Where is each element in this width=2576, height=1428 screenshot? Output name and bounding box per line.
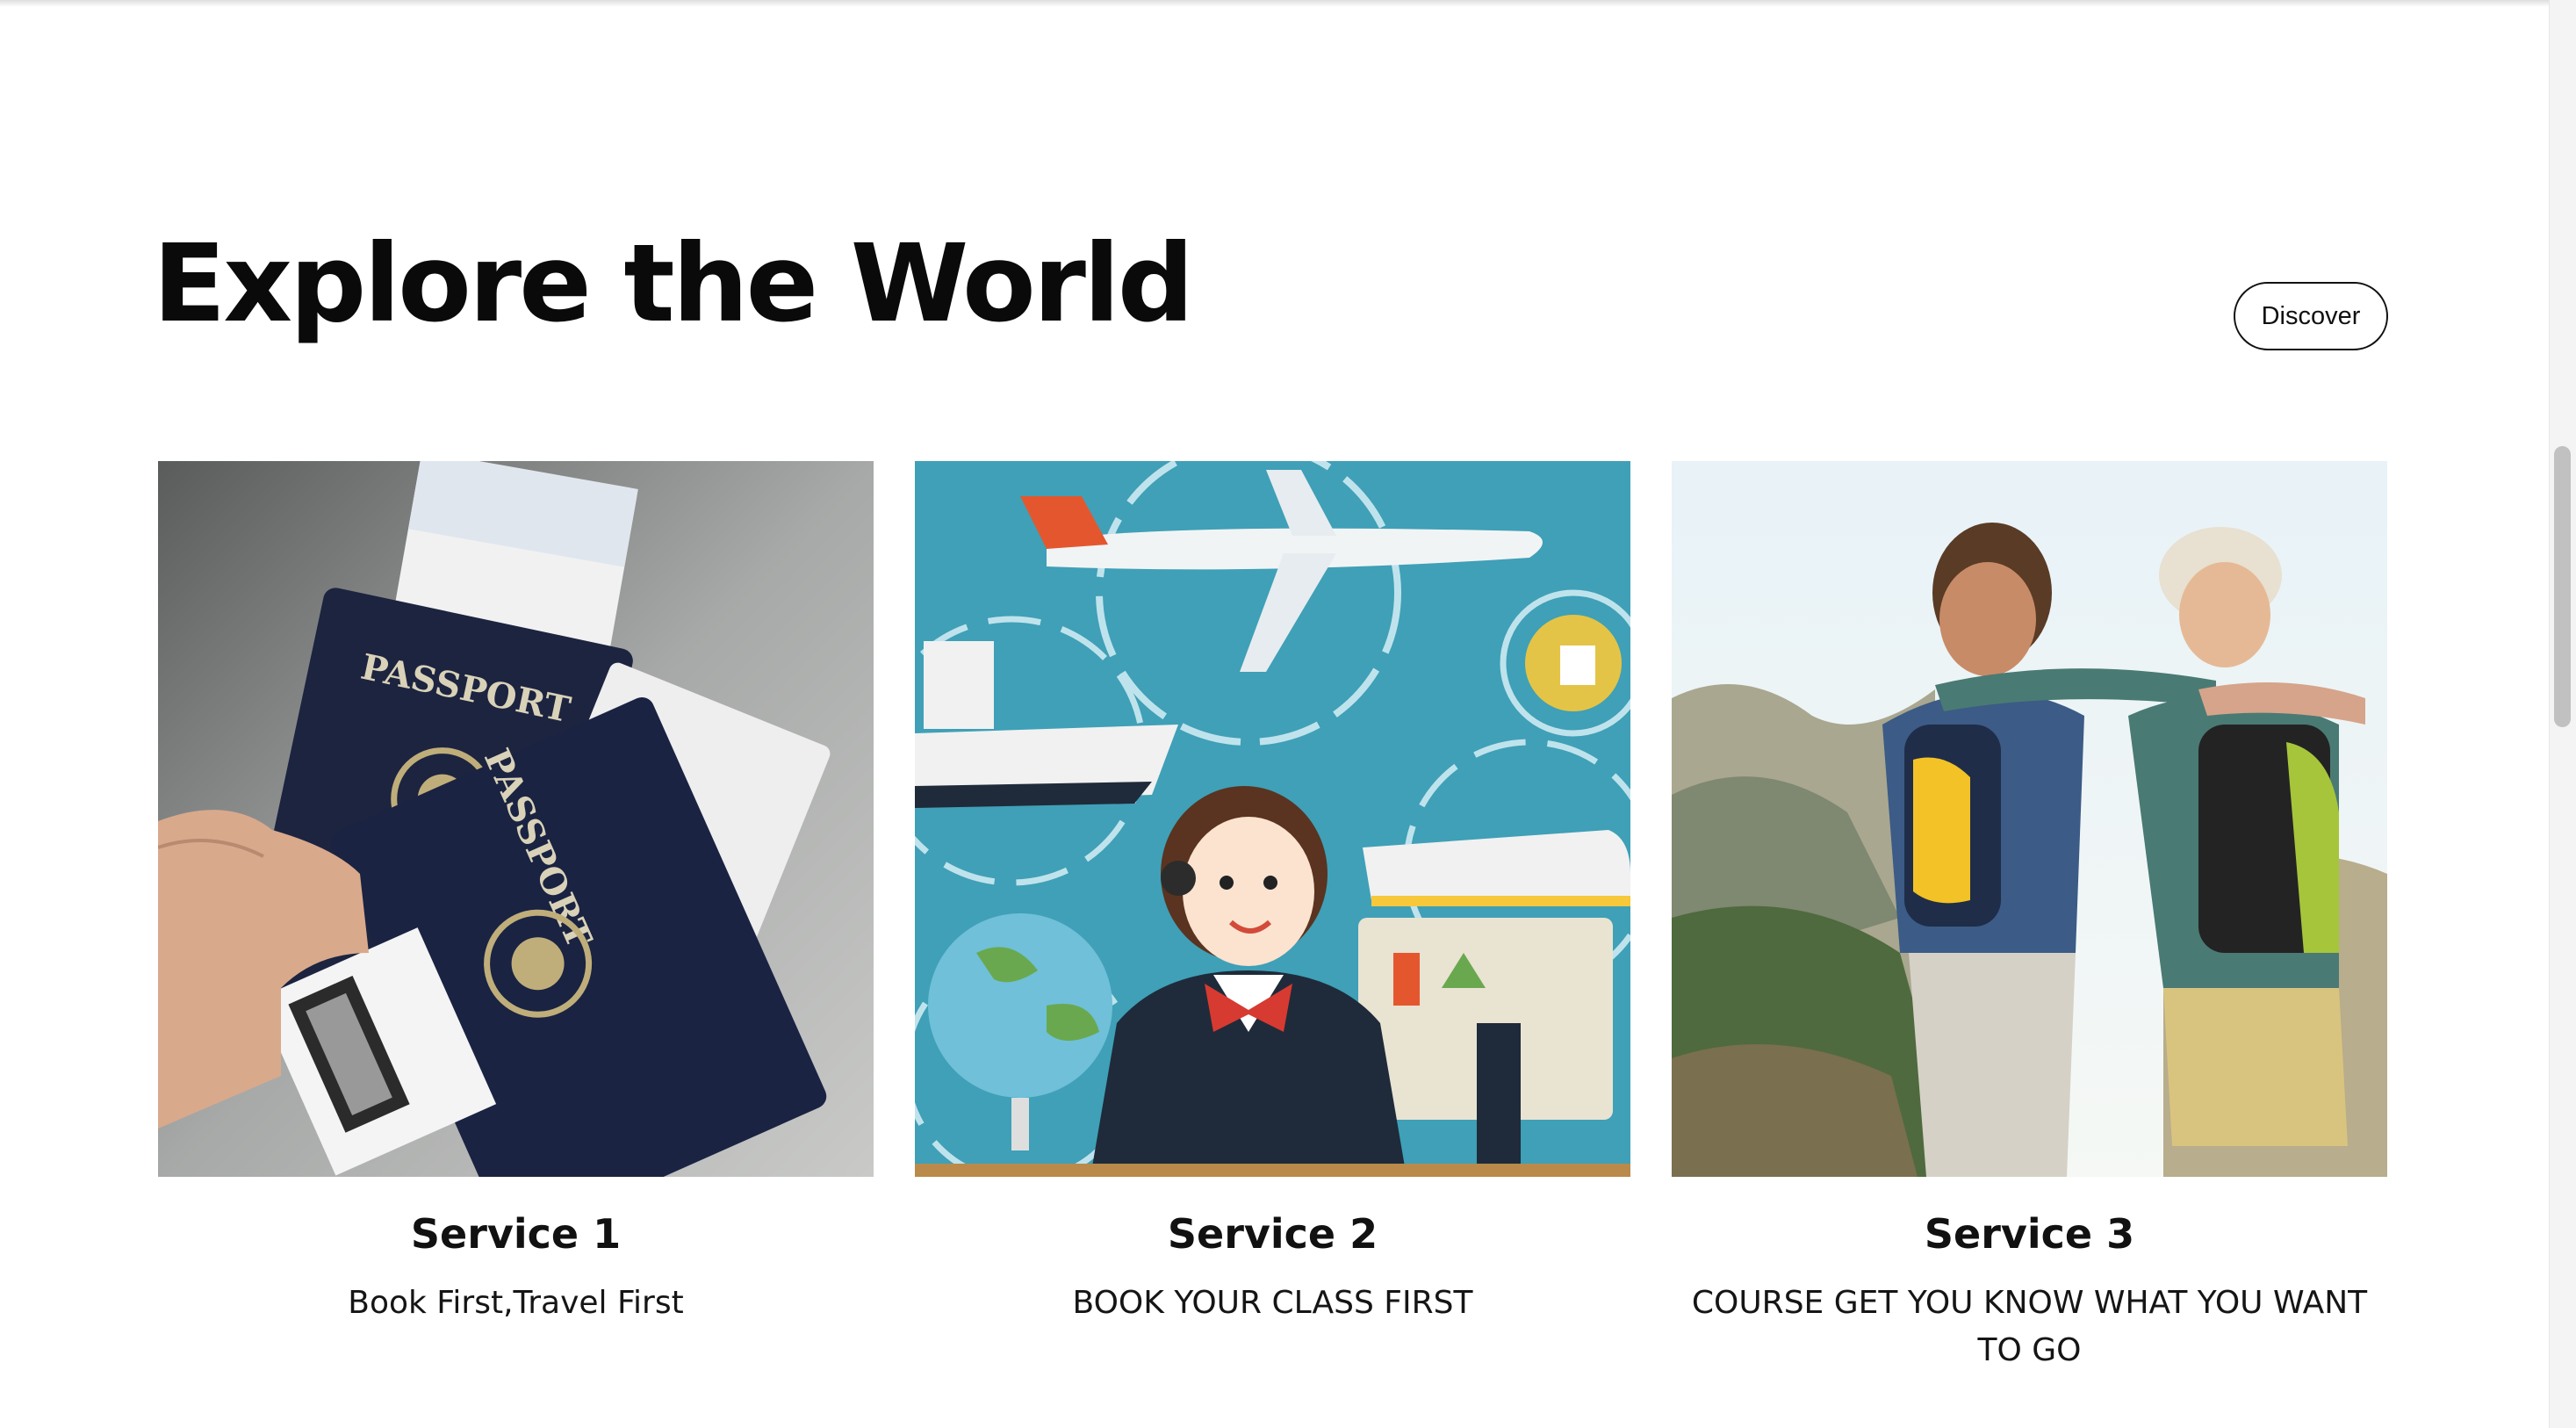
service-title: Service 1 [410,1210,622,1258]
service-title: Service 3 [1924,1210,2135,1258]
scrollbar-thumb[interactable] [2554,446,2571,727]
service-description: BOOK YOUR CLASS FIRST [1072,1285,1473,1322]
service-title: Service 2 [1167,1210,1378,1258]
service-card-2[interactable]: Service 2 BOOK YOUR CLASS FIRST [915,461,1630,1327]
discover-button[interactable]: Discover [2234,282,2388,350]
header-shadow [0,0,2551,7]
section-title: Explore the World [153,221,1194,346]
service-description: COURSE GET YOU KNOW WHAT YOU WANT TO GO [1691,1285,2368,1369]
passport-image[interactable]: PASSPORT PASSPORT [158,461,874,1177]
hikers-image[interactable] [1672,461,2387,1177]
service-description: Book First,Travel First [348,1285,684,1322]
scrollbar[interactable] [2549,0,2576,1428]
page: Explore the World Discover PASSPORT PASS… [0,0,2576,1428]
service-card-3[interactable]: Service 3 COURSE GET YOU KNOW WHAT YOU W… [1672,461,2387,1374]
service-card-1[interactable]: PASSPORT PASSPORT Service 1 Book First,T… [158,461,874,1327]
travel-agent-illustration[interactable] [915,461,1630,1177]
